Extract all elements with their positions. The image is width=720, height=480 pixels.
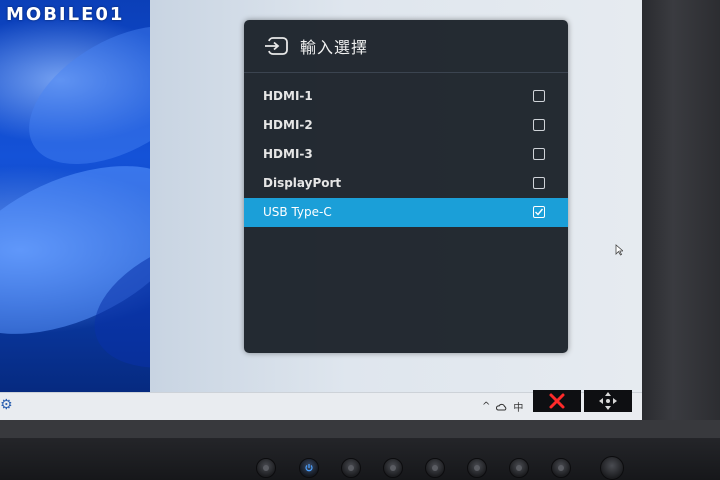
osd-close-key[interactable] <box>533 390 581 412</box>
input-option-label: HDMI-1 <box>263 89 313 103</box>
mouse-cursor-icon <box>615 244 623 256</box>
directional-arrows-icon <box>599 392 617 410</box>
hardware-key-5[interactable] <box>509 458 529 478</box>
input-option-hdmi-1[interactable]: HDMI-1 <box>244 82 568 111</box>
checkbox-unchecked-icon[interactable] <box>533 119 545 131</box>
input-option-hdmi-3[interactable]: HDMI-3 <box>244 140 568 169</box>
hardware-key-2[interactable] <box>383 458 403 478</box>
settings-gear-icon[interactable]: ⚙ <box>0 397 16 413</box>
input-option-usb-type-c[interactable]: USB Type-C <box>244 198 568 227</box>
cloud-icon[interactable] <box>496 403 507 411</box>
checkbox-unchecked-icon[interactable] <box>533 148 545 160</box>
input-option-label: HDMI-2 <box>263 118 313 132</box>
checkbox-unchecked-icon[interactable] <box>533 90 545 102</box>
tray-chevron-icon[interactable]: ^ <box>482 401 490 412</box>
monitor-screen: ⚙ ^ 中 輸入選擇 HDMI-1 HDMI-2 HDMI-3 DisplayP… <box>0 0 642 420</box>
close-x-icon <box>549 393 565 409</box>
input-option-displayport[interactable]: DisplayPort <box>244 169 568 198</box>
monitor-bezel-right <box>642 0 720 480</box>
monitor-bezel-lip <box>0 420 720 438</box>
input-option-label: USB Type-C <box>263 205 332 219</box>
checkbox-checked-icon[interactable] <box>533 206 545 218</box>
input-source-list: HDMI-1 HDMI-2 HDMI-3 DisplayPort USB Typ… <box>244 82 568 227</box>
hardware-key-6[interactable] <box>551 458 571 478</box>
hardware-key-3[interactable] <box>425 458 445 478</box>
osd-navigate-key[interactable] <box>584 390 632 412</box>
system-tray: ^ 中 <box>482 399 523 414</box>
hardware-power-button[interactable] <box>299 458 319 478</box>
power-icon <box>305 464 313 472</box>
osd-header: 輸入選擇 <box>244 20 568 73</box>
hardware-joystick-button[interactable] <box>256 458 276 478</box>
watermark-logo: MOBILE01 <box>6 4 125 25</box>
input-source-icon <box>265 37 288 55</box>
osd-title: 輸入選擇 <box>300 38 369 57</box>
input-option-label: HDMI-3 <box>263 147 313 161</box>
checkbox-unchecked-icon[interactable] <box>533 177 545 189</box>
input-option-label: DisplayPort <box>263 176 342 190</box>
hardware-key-1[interactable] <box>341 458 361 478</box>
hardware-key-4[interactable] <box>467 458 487 478</box>
ime-indicator[interactable]: 中 <box>513 399 523 414</box>
input-option-hdmi-2[interactable]: HDMI-2 <box>244 111 568 140</box>
osd-input-select-menu: 輸入選擇 HDMI-1 HDMI-2 HDMI-3 DisplayPort US… <box>244 20 568 353</box>
hardware-control-knob[interactable] <box>600 456 624 480</box>
